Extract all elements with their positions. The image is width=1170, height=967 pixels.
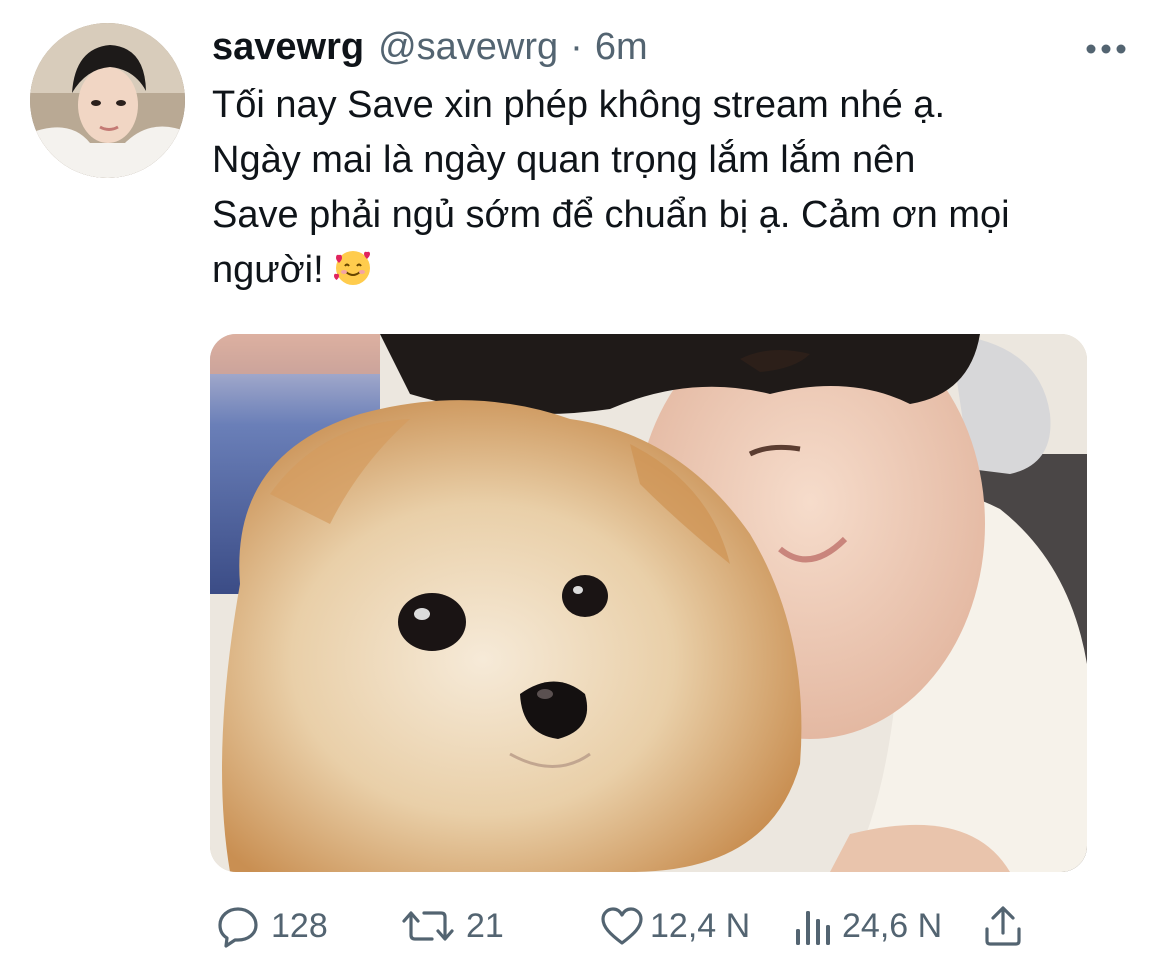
- views-bar-chart-icon: [792, 903, 836, 949]
- tweet-header: savewrg @savewrg · 6m: [212, 26, 648, 74]
- views-button[interactable]: 24,6 N: [792, 896, 942, 956]
- tweet: savewrg @savewrg · 6m Tối nay Save xin p…: [0, 0, 1170, 967]
- retweet-icon: [400, 903, 456, 949]
- retweet-count: 21: [466, 906, 504, 945]
- retweet-button[interactable]: 21: [400, 896, 504, 956]
- tweet-media-photo[interactable]: [210, 334, 1087, 872]
- like-button[interactable]: 12,4 N: [598, 896, 750, 956]
- avatar[interactable]: [30, 23, 185, 178]
- display-name[interactable]: savewrg: [212, 26, 364, 69]
- tweet-action-bar: 128 21 12,4 N 24,6 N: [0, 896, 1170, 956]
- tweet-timestamp[interactable]: 6m: [595, 26, 648, 69]
- share-icon: [980, 903, 1026, 949]
- reply-button[interactable]: 128: [215, 896, 328, 956]
- reply-icon: [215, 903, 261, 949]
- like-count: 12,4 N: [650, 906, 751, 945]
- smiling-face-with-hearts-icon: [332, 246, 374, 288]
- heart-icon: [598, 903, 646, 949]
- separator-dot: ·: [570, 26, 583, 68]
- reply-count: 128: [271, 906, 328, 945]
- views-count: 24,6 N: [842, 906, 943, 945]
- photo-person-with-pomeranian: [210, 334, 1087, 872]
- share-button[interactable]: [980, 896, 1026, 956]
- avatar-photo: [30, 23, 185, 178]
- more-dots-icon: [1086, 44, 1126, 54]
- more-options-button[interactable]: [1082, 34, 1130, 64]
- user-handle[interactable]: @savewrg: [378, 26, 558, 69]
- tweet-text: Tối nay Save xin phép không stream nhé ạ…: [212, 78, 1142, 298]
